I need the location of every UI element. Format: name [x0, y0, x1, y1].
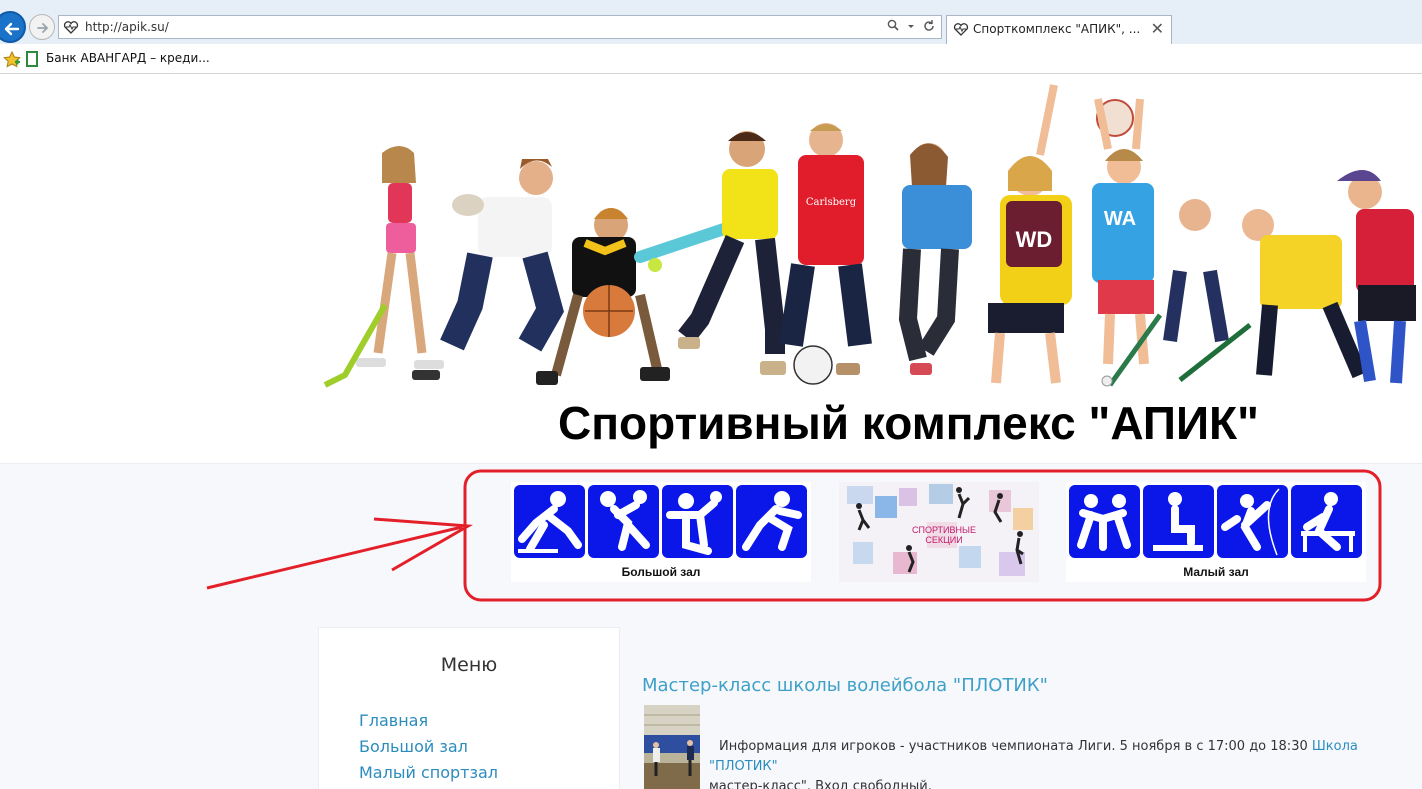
article-thumbnail[interactable]: [644, 705, 700, 789]
kid-wd-girl: WD: [988, 84, 1072, 384]
forward-arrow-icon: [37, 23, 49, 33]
forward-button[interactable]: [29, 14, 55, 40]
tab-title: Спорткомплекс "АПИК", ...: [973, 22, 1141, 36]
site-favicon: [953, 23, 969, 36]
site-favicon: [63, 21, 79, 34]
wrestling-pictogram-icon: [1069, 485, 1140, 558]
kid-hockey-girl: [323, 146, 444, 388]
tab-close-icon[interactable]: ✕: [1151, 19, 1164, 38]
url-text: http://apik.su/: [85, 20, 169, 34]
annotation-arrow-head: [373, 517, 473, 572]
back-arrow-icon: [4, 22, 20, 36]
volleyball-pictogram-icon: [588, 485, 659, 558]
gymnastics-pictogram-icon: [1217, 485, 1288, 558]
article-text: Информация для игроков - участников чемп…: [709, 737, 1422, 789]
address-tools: [887, 19, 935, 33]
article-title[interactable]: Мастер-класс школы волейбола "ПЛОТИК": [642, 675, 1048, 696]
hockey-pictogram-icon: [514, 485, 585, 558]
menu-item-small-gym[interactable]: Малый спортзал: [359, 763, 498, 782]
favorites-bar: Банк АВАНГАРД – креди...: [0, 47, 1422, 73]
annotation-arrow-shaft: [206, 525, 463, 590]
kid-blue-shirt-girl: [898, 143, 972, 375]
basketball-pictogram-icon: [736, 485, 807, 558]
kid-rugby-boy: [412, 159, 564, 380]
bookmark-favicon: [26, 51, 38, 67]
big-hall-banner[interactable]: Большой зал: [511, 482, 811, 582]
jersey-text: WA: [1104, 208, 1136, 230]
kid-wa-girl: WA: [1092, 98, 1154, 365]
search-icon[interactable]: [887, 19, 899, 33]
site-header-banner: Carlsberg WD WA Спортивный комплекс "АПИ…: [0, 75, 1422, 464]
site-title: Спортивный комплекс "АПИК": [558, 397, 1259, 449]
jersey-text: WD: [1016, 227, 1053, 252]
sidebar-menu: Меню Главная Большой зал Малый спортзал: [318, 627, 620, 789]
article-text-part2: мастер-класс". Вход свободный.: [709, 779, 932, 789]
favorites-star-icon[interactable]: [2, 50, 22, 70]
chevron-down-icon[interactable]: [907, 19, 915, 33]
web-page: Carlsberg WD WA Спортивный комплекс "АПИ…: [0, 75, 1422, 789]
jersey-text: Carlsberg: [806, 197, 857, 208]
small-hall-caption: Малый зал: [1183, 565, 1249, 579]
bookmark-link[interactable]: Банк АВАНГАРД – креди...: [46, 51, 210, 65]
small-hall-banner[interactable]: Малый зал: [1066, 482, 1366, 582]
browser-chrome: http://apik.su/ Спорткомплекс "АПИК", ..…: [0, 0, 1422, 74]
menu-item-big-hall[interactable]: Большой зал: [359, 737, 468, 756]
article-text-part1: Информация для игроков - участников чемп…: [719, 739, 1312, 754]
browser-tab[interactable]: Спорткомплекс "АПИК", ... ✕: [946, 15, 1172, 44]
refresh-icon[interactable]: [923, 19, 935, 33]
kid-cricket-boy: [678, 131, 786, 375]
handball-pictogram-icon: [662, 485, 733, 558]
sections-label: СПОРТИВНЫЕ СЕКЦИИ: [911, 525, 976, 545]
address-bar[interactable]: http://apik.su/: [58, 15, 942, 39]
kid-football-boy: Carlsberg: [779, 123, 872, 385]
sports-sections-banner[interactable]: СПОРТИВНЫЕ СЕКЦИИ: [839, 482, 1039, 582]
weightlifting-pictogram-icon: [1143, 485, 1214, 558]
menu-item-home[interactable]: Главная: [359, 711, 428, 730]
tennis-table-pictogram-icon: [1291, 485, 1362, 558]
menu-title: Меню: [440, 654, 498, 676]
big-hall-caption: Большой зал: [621, 565, 701, 579]
